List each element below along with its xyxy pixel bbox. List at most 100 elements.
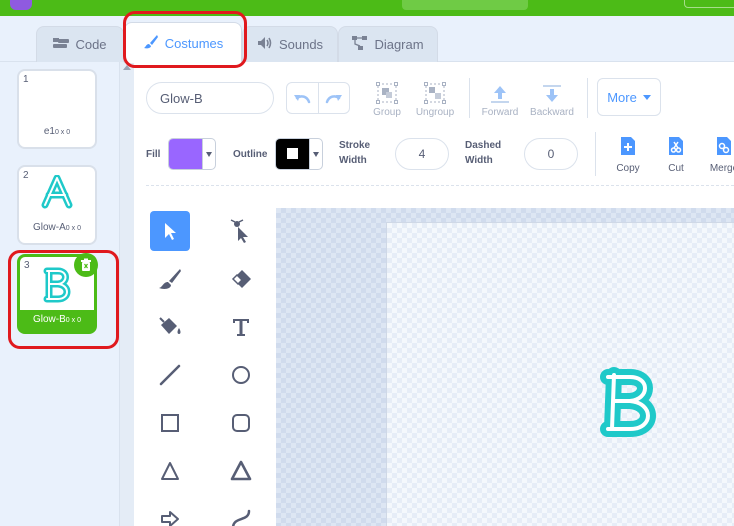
triangle-tool[interactable]	[150, 451, 190, 491]
code-icon	[53, 37, 70, 52]
toolbar-divider	[469, 78, 470, 118]
menu-right-button[interactable]	[684, 0, 734, 8]
stroke-width-label: Stroke Width	[339, 140, 371, 166]
group-icon	[376, 82, 398, 104]
line-icon	[159, 364, 181, 386]
undo-button[interactable]	[287, 83, 318, 113]
cut-icon	[669, 137, 683, 155]
copy-button[interactable]: Copy	[608, 134, 648, 174]
canvas-area[interactable]	[276, 208, 734, 526]
merge-icon	[717, 137, 731, 155]
fill-label: Fill	[146, 149, 161, 160]
costume-name-input[interactable]: Glow-B	[146, 82, 274, 114]
filled-triangle-tool[interactable]	[221, 451, 261, 491]
app-logo[interactable]	[10, 0, 32, 10]
tab-code-label: Code	[75, 37, 107, 52]
tab-diagram-label: Diagram	[374, 37, 424, 52]
redo-icon	[325, 95, 342, 104]
dashed-width-input[interactable]: 0	[524, 138, 578, 170]
backward-icon	[543, 85, 561, 102]
reshape-icon	[230, 219, 248, 243]
copy-icon	[621, 137, 635, 155]
chevron-down-icon	[309, 139, 322, 169]
tab-costumes[interactable]: Costumes	[124, 22, 242, 63]
chevron-down-icon	[642, 94, 651, 100]
filled-triangle-icon	[230, 460, 252, 481]
outline-swatch	[276, 139, 310, 169]
undo-redo-group	[286, 82, 350, 114]
ungroup-button[interactable]: Ungroup	[407, 78, 463, 118]
ungroup-label: Ungroup	[415, 107, 455, 118]
rectangle-tool[interactable]	[150, 403, 190, 443]
forward-label: Forward	[481, 107, 519, 118]
rounded-rectangle-tool[interactable]	[221, 403, 261, 443]
outline-color-picker[interactable]	[275, 138, 323, 170]
cut-label: Cut	[668, 163, 684, 174]
line-tool[interactable]	[150, 355, 190, 395]
text-tool[interactable]	[221, 307, 261, 347]
arrow-pointer-icon	[165, 223, 176, 240]
menu-bar	[0, 0, 734, 16]
costume-item-1[interactable]: 1 e10 x 0	[17, 69, 97, 149]
backward-button[interactable]: Backward	[524, 78, 580, 118]
forward-button[interactable]: Forward	[472, 78, 528, 118]
costume-thumbnail	[19, 174, 95, 214]
eraser-icon	[231, 270, 251, 288]
forward-icon	[491, 86, 509, 103]
costume-item-3[interactable]: 3 Glow-B0 x 0	[17, 253, 98, 334]
more-label: More	[607, 89, 637, 105]
brush-tool[interactable]	[150, 259, 190, 299]
trash-icon	[81, 258, 91, 271]
dashed-width-label: Dashed Width	[465, 140, 502, 166]
eraser-tool[interactable]	[221, 259, 261, 299]
costume-list-scrollbar[interactable]	[120, 62, 134, 526]
costume-item-2[interactable]: 2 Glow-A0 x 0	[17, 165, 97, 245]
costume-label: Glow-B0 x 0	[33, 314, 81, 325]
fill-tool[interactable]	[150, 307, 190, 347]
costume-label: Glow-A0 x 0	[33, 222, 81, 233]
drawing-canvas[interactable]	[386, 222, 734, 526]
toolbar-divider	[587, 78, 588, 118]
editor-tabs: Code Costumes Sounds Diagram	[0, 16, 734, 63]
paint-editor: Glow-B Group Ungroup Forward Backward Mo…	[134, 62, 734, 526]
backward-label: Backward	[530, 107, 574, 118]
tab-sounds[interactable]: Sounds	[242, 26, 338, 62]
more-button[interactable]: More	[597, 78, 661, 116]
chevron-down-icon	[202, 139, 215, 169]
circle-tool[interactable]	[221, 355, 261, 395]
brush-icon	[159, 269, 181, 289]
ungroup-icon	[424, 82, 446, 104]
glow-b-thumbnail	[43, 267, 71, 303]
glow-b-artwork[interactable]	[594, 365, 664, 441]
arrow-tool[interactable]	[150, 499, 190, 526]
fill-swatch	[169, 139, 203, 169]
copy-label: Copy	[616, 163, 640, 174]
group-label: Group	[373, 107, 401, 118]
glow-a-thumbnail	[41, 174, 73, 209]
diagram-icon	[352, 36, 368, 53]
tab-code[interactable]: Code	[36, 26, 124, 62]
project-title-field[interactable]	[402, 0, 528, 10]
undo-icon	[294, 95, 311, 104]
rectangle-icon	[161, 414, 179, 432]
delete-costume-button[interactable]	[74, 253, 98, 277]
fill-color-picker[interactable]	[168, 138, 216, 170]
scroll-up-icon[interactable]	[123, 65, 131, 70]
text-icon	[233, 319, 249, 336]
cut-button[interactable]: Cut	[656, 134, 696, 174]
toolbar-separator	[146, 185, 734, 186]
merge-button[interactable]: Merge	[704, 134, 734, 174]
curve-tool[interactable]	[221, 499, 261, 526]
stroke-width-input[interactable]: 4	[395, 138, 449, 170]
select-tool[interactable]	[150, 211, 190, 251]
tab-diagram[interactable]: Diagram	[338, 26, 438, 62]
reshape-tool[interactable]	[221, 211, 261, 251]
tab-costumes-label: Costumes	[164, 35, 224, 51]
brush-icon	[143, 34, 159, 53]
redo-button[interactable]	[317, 83, 350, 113]
arrow-shape-icon	[161, 511, 179, 526]
costume-label: e10 x 0	[43, 126, 71, 137]
outline-label: Outline	[233, 149, 268, 160]
speaker-icon	[257, 36, 273, 53]
toolbar-divider	[595, 132, 596, 176]
